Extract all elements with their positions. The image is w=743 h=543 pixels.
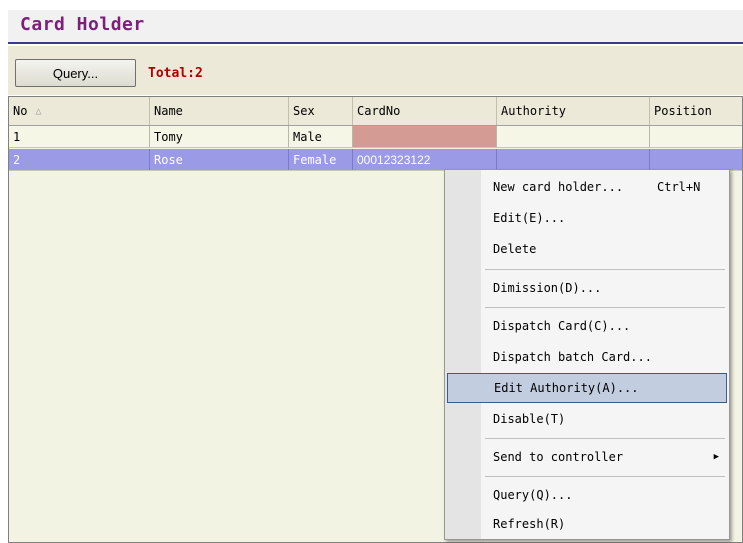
menu-separator <box>485 269 725 270</box>
cell-cardno <box>353 126 497 147</box>
menu-item-delete[interactable]: Delete <box>447 234 727 264</box>
menu-item-refresh[interactable]: Refresh(R) <box>447 509 727 539</box>
cell-no: 1 <box>9 126 150 147</box>
menu-separator <box>485 438 725 439</box>
menu-item-label: New card holder... <box>493 180 624 194</box>
cell-position <box>650 149 742 170</box>
menu-separator <box>485 476 725 477</box>
cell-position <box>650 126 742 147</box>
column-header-cardno[interactable]: CardNo <box>353 97 497 125</box>
title-bar: Card Holder <box>8 10 743 44</box>
cell-name: Tomy <box>150 126 289 147</box>
column-header-position[interactable]: Position <box>650 97 742 125</box>
menu-item-edit[interactable]: Edit(E)... <box>447 203 727 233</box>
query-button[interactable]: Query... <box>15 59 136 87</box>
column-header-sex[interactable]: Sex <box>289 97 353 125</box>
menu-item-label: Send to controller <box>493 450 624 464</box>
menu-item-new-card-holder[interactable]: New card holder... Ctrl+N <box>447 172 727 202</box>
menu-item-shortcut: Ctrl+N <box>657 180 701 194</box>
column-header-name[interactable]: Name <box>150 97 289 125</box>
total-count: Total:2 <box>148 66 203 81</box>
menu-item-disable[interactable]: Disable(T) <box>447 404 727 434</box>
menu-item-dimission[interactable]: Dimission(D)... <box>447 273 727 303</box>
column-header-authority[interactable]: Authority <box>497 97 650 125</box>
menu-item-query[interactable]: Query(Q)... <box>447 480 727 510</box>
context-menu: New card holder... Ctrl+N Edit(E)... Del… <box>444 169 730 540</box>
cell-sex: Male <box>289 126 353 147</box>
window-title: Card Holder <box>20 14 145 35</box>
table-header: No △ Name Sex CardNo Authority Position <box>9 97 742 126</box>
sort-ascending-icon: △ <box>35 105 42 117</box>
submenu-arrow-icon: ▶ <box>713 452 719 462</box>
cell-sex: Female <box>289 149 353 170</box>
column-header-no[interactable]: No △ <box>9 97 150 125</box>
cell-name: Rose <box>150 149 289 170</box>
menu-item-send-to-controller[interactable]: Send to controller ▶ <box>447 442 727 472</box>
table-row[interactable]: 1 Tomy Male <box>9 126 742 148</box>
menu-item-dispatch-card[interactable]: Dispatch Card(C)... <box>447 311 727 341</box>
menu-separator <box>485 307 725 308</box>
table-row-selected[interactable]: 2 Rose Female 00012323122 <box>9 149 742 171</box>
cell-authority <box>497 126 650 147</box>
column-header-no-label: No <box>13 104 28 118</box>
menu-item-dispatch-batch-card[interactable]: Dispatch batch Card... <box>447 342 727 372</box>
toolbar: Query... Total:2 <box>8 46 743 95</box>
menu-item-edit-authority[interactable]: Edit Authority(A)... <box>447 373 727 403</box>
cell-no: 2 <box>9 149 150 170</box>
cell-cardno: 00012323122 <box>353 149 497 170</box>
cell-authority <box>497 149 650 170</box>
